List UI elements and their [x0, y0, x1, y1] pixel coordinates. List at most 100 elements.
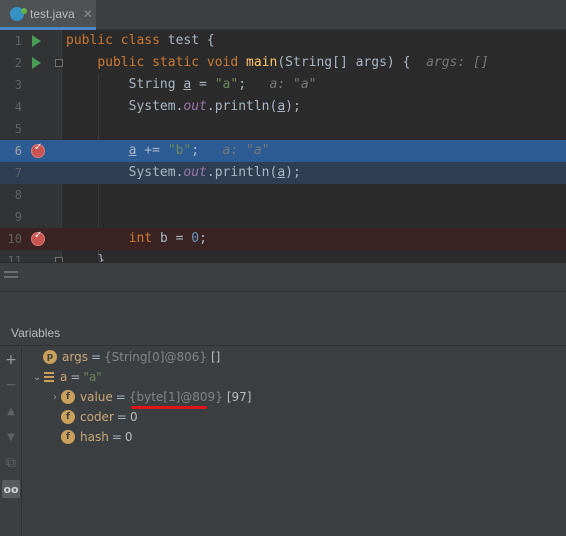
- variable-value: 0: [124, 430, 133, 444]
- local-variable-icon: [43, 370, 55, 384]
- field-icon: f: [61, 430, 75, 444]
- breakpoint-icon[interactable]: [31, 142, 45, 158]
- code-token: out: [183, 99, 207, 114]
- line-number: 3: [14, 78, 22, 92]
- variable-row-value[interactable]: › f value = {byte[1]@809} [97]: [49, 387, 251, 407]
- execution-line[interactable]: 6 a += "b"; a: "a": [0, 140, 566, 162]
- code-line[interactable]: 2 public static void main(String[] args)…: [0, 52, 566, 74]
- code-text: System.out.println(a);: [66, 162, 301, 184]
- code-token: 0: [191, 231, 200, 246]
- code-token: class: [120, 33, 168, 48]
- line-number: 9: [14, 210, 22, 224]
- code-editor[interactable]: 1 public class test { 2 public static vo…: [0, 30, 566, 262]
- parameter-icon: p: [43, 350, 57, 364]
- remove-watch-icon[interactable]: −: [2, 376, 20, 394]
- variables-panel-header: Variables: [0, 322, 566, 346]
- variables-toolbar: + − ▲ ▼ ⧉ oo: [0, 346, 22, 536]
- code-token: out: [183, 165, 207, 180]
- code-text: public class test {: [66, 30, 215, 52]
- code-line[interactable]: 8: [0, 184, 566, 206]
- run-icon[interactable]: [32, 57, 41, 69]
- code-token: a: "a": [222, 143, 270, 158]
- line-number: 11: [7, 254, 22, 262]
- code-token: a: [277, 165, 286, 180]
- run-icon[interactable]: [32, 35, 41, 47]
- equals-sign: =: [70, 370, 81, 384]
- layout-settings-icon[interactable]: [4, 271, 18, 283]
- line-number: 7: [14, 166, 22, 180]
- code-token: ;: [191, 143, 223, 158]
- code-line[interactable]: 5: [0, 118, 566, 140]
- add-watch-icon[interactable]: +: [2, 351, 20, 369]
- variable-row-coder[interactable]: f coder = 0: [61, 407, 138, 427]
- chevron-down-icon[interactable]: ⌄: [31, 372, 43, 383]
- line-number: 8: [14, 188, 22, 202]
- variable-name: value: [80, 390, 113, 404]
- code-token: "b": [167, 143, 192, 158]
- code-token: ;: [238, 77, 270, 92]
- line-number: 2: [14, 56, 22, 70]
- code-token: public: [66, 33, 121, 48]
- code-line[interactable]: 11 }: [0, 250, 566, 262]
- line-number: 5: [14, 122, 22, 136]
- variable-value: []: [211, 350, 221, 364]
- variable-value: [97]: [226, 390, 252, 404]
- code-token: ;: [199, 231, 207, 246]
- code-line[interactable]: 4 System.out.println(a);: [0, 96, 566, 118]
- code-line[interactable]: 7 System.out.println(a);: [0, 162, 566, 184]
- variables-title: Variables: [11, 326, 61, 340]
- code-text: int b = 0;: [66, 228, 207, 250]
- copy-icon[interactable]: ⧉: [2, 454, 20, 472]
- variables-tree[interactable]: p args = {String[0]@806} [] ⌄ a = "a" › …: [23, 346, 566, 536]
- equals-sign: =: [90, 350, 102, 364]
- code-line[interactable]: 1 public class test {: [0, 30, 566, 52]
- code-text: }: [66, 250, 105, 262]
- code-token: public static void: [97, 55, 247, 70]
- move-down-icon[interactable]: ▼: [2, 428, 20, 446]
- breakpoint-line[interactable]: 10 int b = 0;: [0, 228, 566, 250]
- equals-sign: =: [116, 410, 127, 424]
- fold-icon[interactable]: [55, 59, 63, 67]
- breakpoint-icon[interactable]: [31, 230, 45, 246]
- code-token: int: [128, 231, 160, 246]
- code-token: );: [285, 165, 301, 180]
- code-token: +=: [136, 143, 168, 158]
- code-token: test {: [167, 33, 215, 48]
- field-icon: f: [61, 410, 75, 424]
- code-token: =: [191, 77, 215, 92]
- variable-value: 0: [129, 410, 138, 424]
- code-token: );: [285, 99, 301, 114]
- equals-sign: =: [115, 390, 126, 404]
- move-up-icon[interactable]: ▲: [2, 402, 20, 420]
- variable-ref: {byte[1]@809}: [128, 390, 223, 404]
- variable-name: coder: [80, 410, 114, 424]
- debug-toolbar: [0, 262, 566, 292]
- tab-test-java[interactable]: test.java ✕: [0, 0, 96, 30]
- code-line[interactable]: 9: [0, 206, 566, 228]
- field-icon: f: [61, 390, 75, 404]
- variable-row-a[interactable]: ⌄ a = "a": [31, 367, 102, 387]
- code-line[interactable]: 3 String a = "a"; a: "a": [0, 74, 566, 96]
- line-number: 10: [7, 232, 22, 246]
- show-watches-icon[interactable]: oo: [2, 480, 20, 498]
- code-text: System.out.println(a);: [66, 96, 301, 118]
- close-icon[interactable]: ✕: [83, 7, 93, 21]
- variable-name: args: [62, 350, 88, 364]
- code-text: public static void main(String[] args) {…: [66, 52, 489, 74]
- variable-name: a: [60, 370, 68, 384]
- red-annotation-underline: [131, 406, 207, 409]
- variable-value: "a": [83, 370, 102, 384]
- code-text: String a = "a"; a: "a": [66, 74, 317, 96]
- variable-row-args[interactable]: p args = {String[0]@806} []: [31, 347, 220, 367]
- code-token: }: [66, 253, 106, 262]
- java-class-icon: [10, 6, 27, 21]
- chevron-right-icon[interactable]: ›: [49, 392, 61, 403]
- code-token: (String[] args) {: [277, 55, 427, 70]
- code-token: args: []: [426, 55, 489, 70]
- variable-row-hash[interactable]: f hash = 0: [61, 427, 133, 447]
- code-token: .println(: [206, 99, 278, 114]
- code-token: main: [246, 55, 278, 70]
